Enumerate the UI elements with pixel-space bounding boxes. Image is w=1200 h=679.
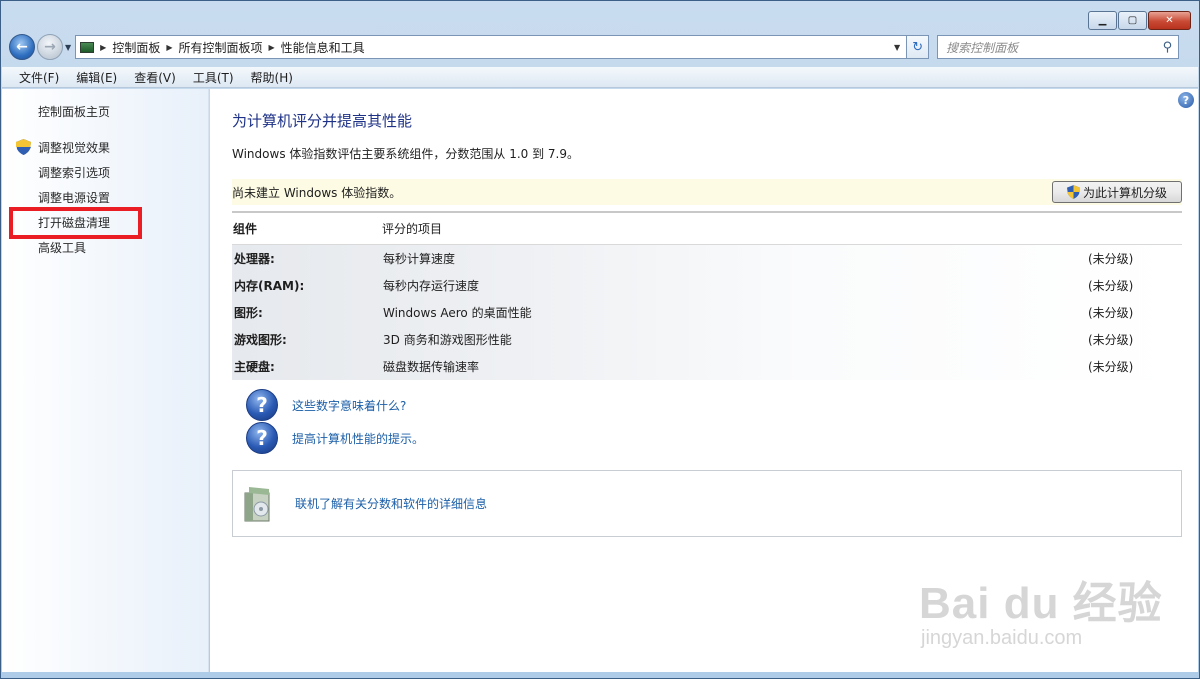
page-title: 为计算机评分并提高其性能 bbox=[232, 112, 413, 130]
row-score: (未分级) bbox=[1088, 360, 1134, 374]
watermark-logo: Bai du 经验 bbox=[919, 579, 1163, 628]
table-row: 图形: Windows Aero 的桌面性能 (未分级) bbox=[232, 299, 1182, 326]
search-icon[interactable]: ⚲ bbox=[1163, 40, 1173, 55]
forward-button[interactable]: → bbox=[37, 34, 63, 60]
arrow-left-icon: ← bbox=[16, 39, 28, 55]
row-item: Windows Aero 的桌面性能 bbox=[383, 306, 532, 320]
row-item: 3D 商务和游戏图形性能 bbox=[383, 333, 512, 347]
navigation-bar: ← → ▼ ▶ 控制面板 ▶ 所有控制面板项 ▶ 性能信息和工具 ▼ ↻ 搜索控… bbox=[9, 33, 1193, 61]
menu-help[interactable]: 帮助(H) bbox=[240, 69, 299, 86]
row-component: 主硬盘: bbox=[234, 360, 275, 374]
row-component: 图形: bbox=[234, 306, 263, 320]
task-pane: 控制面板主页 调整视觉效果 调整索引选项 调整电源设置 打开磁盘清理 高级工具 bbox=[2, 89, 209, 672]
column-header-item: 评分的项目 bbox=[382, 222, 443, 236]
refresh-button[interactable]: ↻ bbox=[907, 35, 930, 59]
address-dropdown-icon[interactable]: ▼ bbox=[894, 43, 906, 52]
control-panel-icon bbox=[80, 41, 95, 53]
menu-tools[interactable]: 工具(T) bbox=[182, 69, 240, 86]
address-bar[interactable]: ▶ 控制面板 ▶ 所有控制面板项 ▶ 性能信息和工具 ▼ bbox=[75, 35, 908, 59]
minimize-button[interactable]: ▁ bbox=[1088, 11, 1117, 30]
breadcrumb-performance[interactable]: 性能信息和工具 bbox=[281, 39, 365, 56]
question-icon: ? bbox=[246, 389, 278, 421]
menu-edit[interactable]: 编辑(E) bbox=[65, 69, 123, 86]
row-component: 游戏图形: bbox=[234, 333, 287, 347]
help-link-row: ? 这些数字意味着什么? bbox=[246, 389, 406, 421]
table-row: 内存(RAM): 每秒内存运行速度 (未分级) bbox=[232, 272, 1182, 299]
sidebar-link-power[interactable]: 调整电源设置 bbox=[38, 189, 110, 206]
close-button[interactable]: ✕ bbox=[1148, 11, 1191, 30]
column-header-component: 组件 bbox=[233, 222, 258, 236]
row-score: (未分级) bbox=[1088, 252, 1134, 266]
row-item: 每秒计算速度 bbox=[383, 252, 456, 266]
breadcrumb-separator-icon[interactable]: ▶ bbox=[166, 43, 172, 52]
uac-shield-icon bbox=[16, 139, 31, 155]
maximize-button[interactable]: ▢ bbox=[1118, 11, 1147, 30]
row-item: 磁盘数据传输速率 bbox=[383, 360, 480, 374]
sidebar-link-advanced-tools[interactable]: 高级工具 bbox=[38, 239, 86, 256]
rate-button-label: 为此计算机分级 bbox=[1082, 185, 1167, 200]
table-row: 主硬盘: 磁盘数据传输速率 (未分级) bbox=[232, 353, 1182, 380]
menu-view[interactable]: 查看(V) bbox=[123, 69, 182, 86]
table-body: 处理器: 每秒计算速度 (未分级) 内存(RAM): 每秒内存运行速度 (未分级… bbox=[232, 245, 1182, 380]
notice-text: 尚未建立 Windows 体验指数。 bbox=[232, 185, 402, 200]
rate-computer-button[interactable]: 为此计算机分级 bbox=[1052, 181, 1182, 203]
link-online-info[interactable]: 联机了解有关分数和软件的详细信息 bbox=[295, 495, 487, 512]
baidu-watermark: Bai du 经验 jingyan.baidu.com bbox=[919, 567, 1163, 650]
table-header: 组件 评分的项目 bbox=[232, 211, 1182, 245]
help-icon[interactable]: ? bbox=[1178, 92, 1194, 108]
search-input[interactable]: 搜索控制面板 ⚲ bbox=[937, 35, 1180, 59]
menu-bar: 文件(F) 编辑(E) 查看(V) 工具(T) 帮助(H) bbox=[2, 67, 1198, 88]
row-score: (未分级) bbox=[1088, 306, 1134, 320]
sidebar-link-home[interactable]: 控制面板主页 bbox=[38, 103, 110, 120]
arrow-right-icon: → bbox=[44, 39, 56, 55]
sidebar-link-visual-effects[interactable]: 调整视觉效果 bbox=[38, 139, 110, 156]
link-what-numbers-mean[interactable]: 这些数字意味着什么? bbox=[292, 397, 406, 414]
notice-bar: 尚未建立 Windows 体验指数。 为此计算机分级 bbox=[232, 179, 1182, 205]
uac-shield-icon bbox=[1066, 185, 1080, 199]
help-link-row: ? 提高计算机性能的提示。 bbox=[246, 422, 424, 454]
breadcrumb-separator-icon[interactable]: ▶ bbox=[100, 43, 106, 52]
row-item: 每秒内存运行速度 bbox=[383, 279, 480, 293]
search-placeholder: 搜索控制面板 bbox=[946, 40, 1019, 55]
row-score: (未分级) bbox=[1088, 333, 1134, 347]
row-score: (未分级) bbox=[1088, 279, 1134, 293]
sidebar-link-indexing[interactable]: 调整索引选项 bbox=[38, 164, 110, 181]
caption-buttons: ▁ ▢ ✕ bbox=[1088, 11, 1191, 30]
breadcrumb-separator-icon[interactable]: ▶ bbox=[269, 43, 275, 52]
score-table: 组件 评分的项目 处理器: 每秒计算速度 (未分级) 内存(RAM): 每秒内存… bbox=[232, 211, 1182, 380]
link-performance-tips[interactable]: 提高计算机性能的提示。 bbox=[292, 430, 424, 447]
software-box-icon bbox=[241, 485, 275, 523]
table-row: 处理器: 每秒计算速度 (未分级) bbox=[232, 245, 1182, 272]
breadcrumb-all-items[interactable]: 所有控制面板项 bbox=[178, 39, 262, 56]
breadcrumb-control-panel[interactable]: 控制面板 bbox=[112, 39, 160, 56]
recent-pages-dropdown-icon[interactable]: ▼ bbox=[65, 43, 71, 52]
red-highlight-box bbox=[9, 207, 142, 239]
row-component: 内存(RAM): bbox=[234, 279, 305, 293]
row-component: 处理器: bbox=[234, 252, 275, 266]
online-info-box: 联机了解有关分数和软件的详细信息 bbox=[232, 470, 1182, 537]
page-description: Windows 体验指数评估主要系统组件，分数范围从 1.0 到 7.9。 bbox=[232, 147, 579, 161]
control-panel-window: ▁ ▢ ✕ ← → ▼ ▶ 控制面板 ▶ 所有控制面板项 ▶ 性能信息和工具 ▼… bbox=[0, 0, 1200, 679]
question-icon: ? bbox=[246, 422, 278, 454]
table-row: 游戏图形: 3D 商务和游戏图形性能 (未分级) bbox=[232, 326, 1182, 353]
back-button[interactable]: ← bbox=[9, 34, 35, 60]
menu-file[interactable]: 文件(F) bbox=[8, 69, 65, 86]
refresh-icon: ↻ bbox=[912, 39, 924, 55]
